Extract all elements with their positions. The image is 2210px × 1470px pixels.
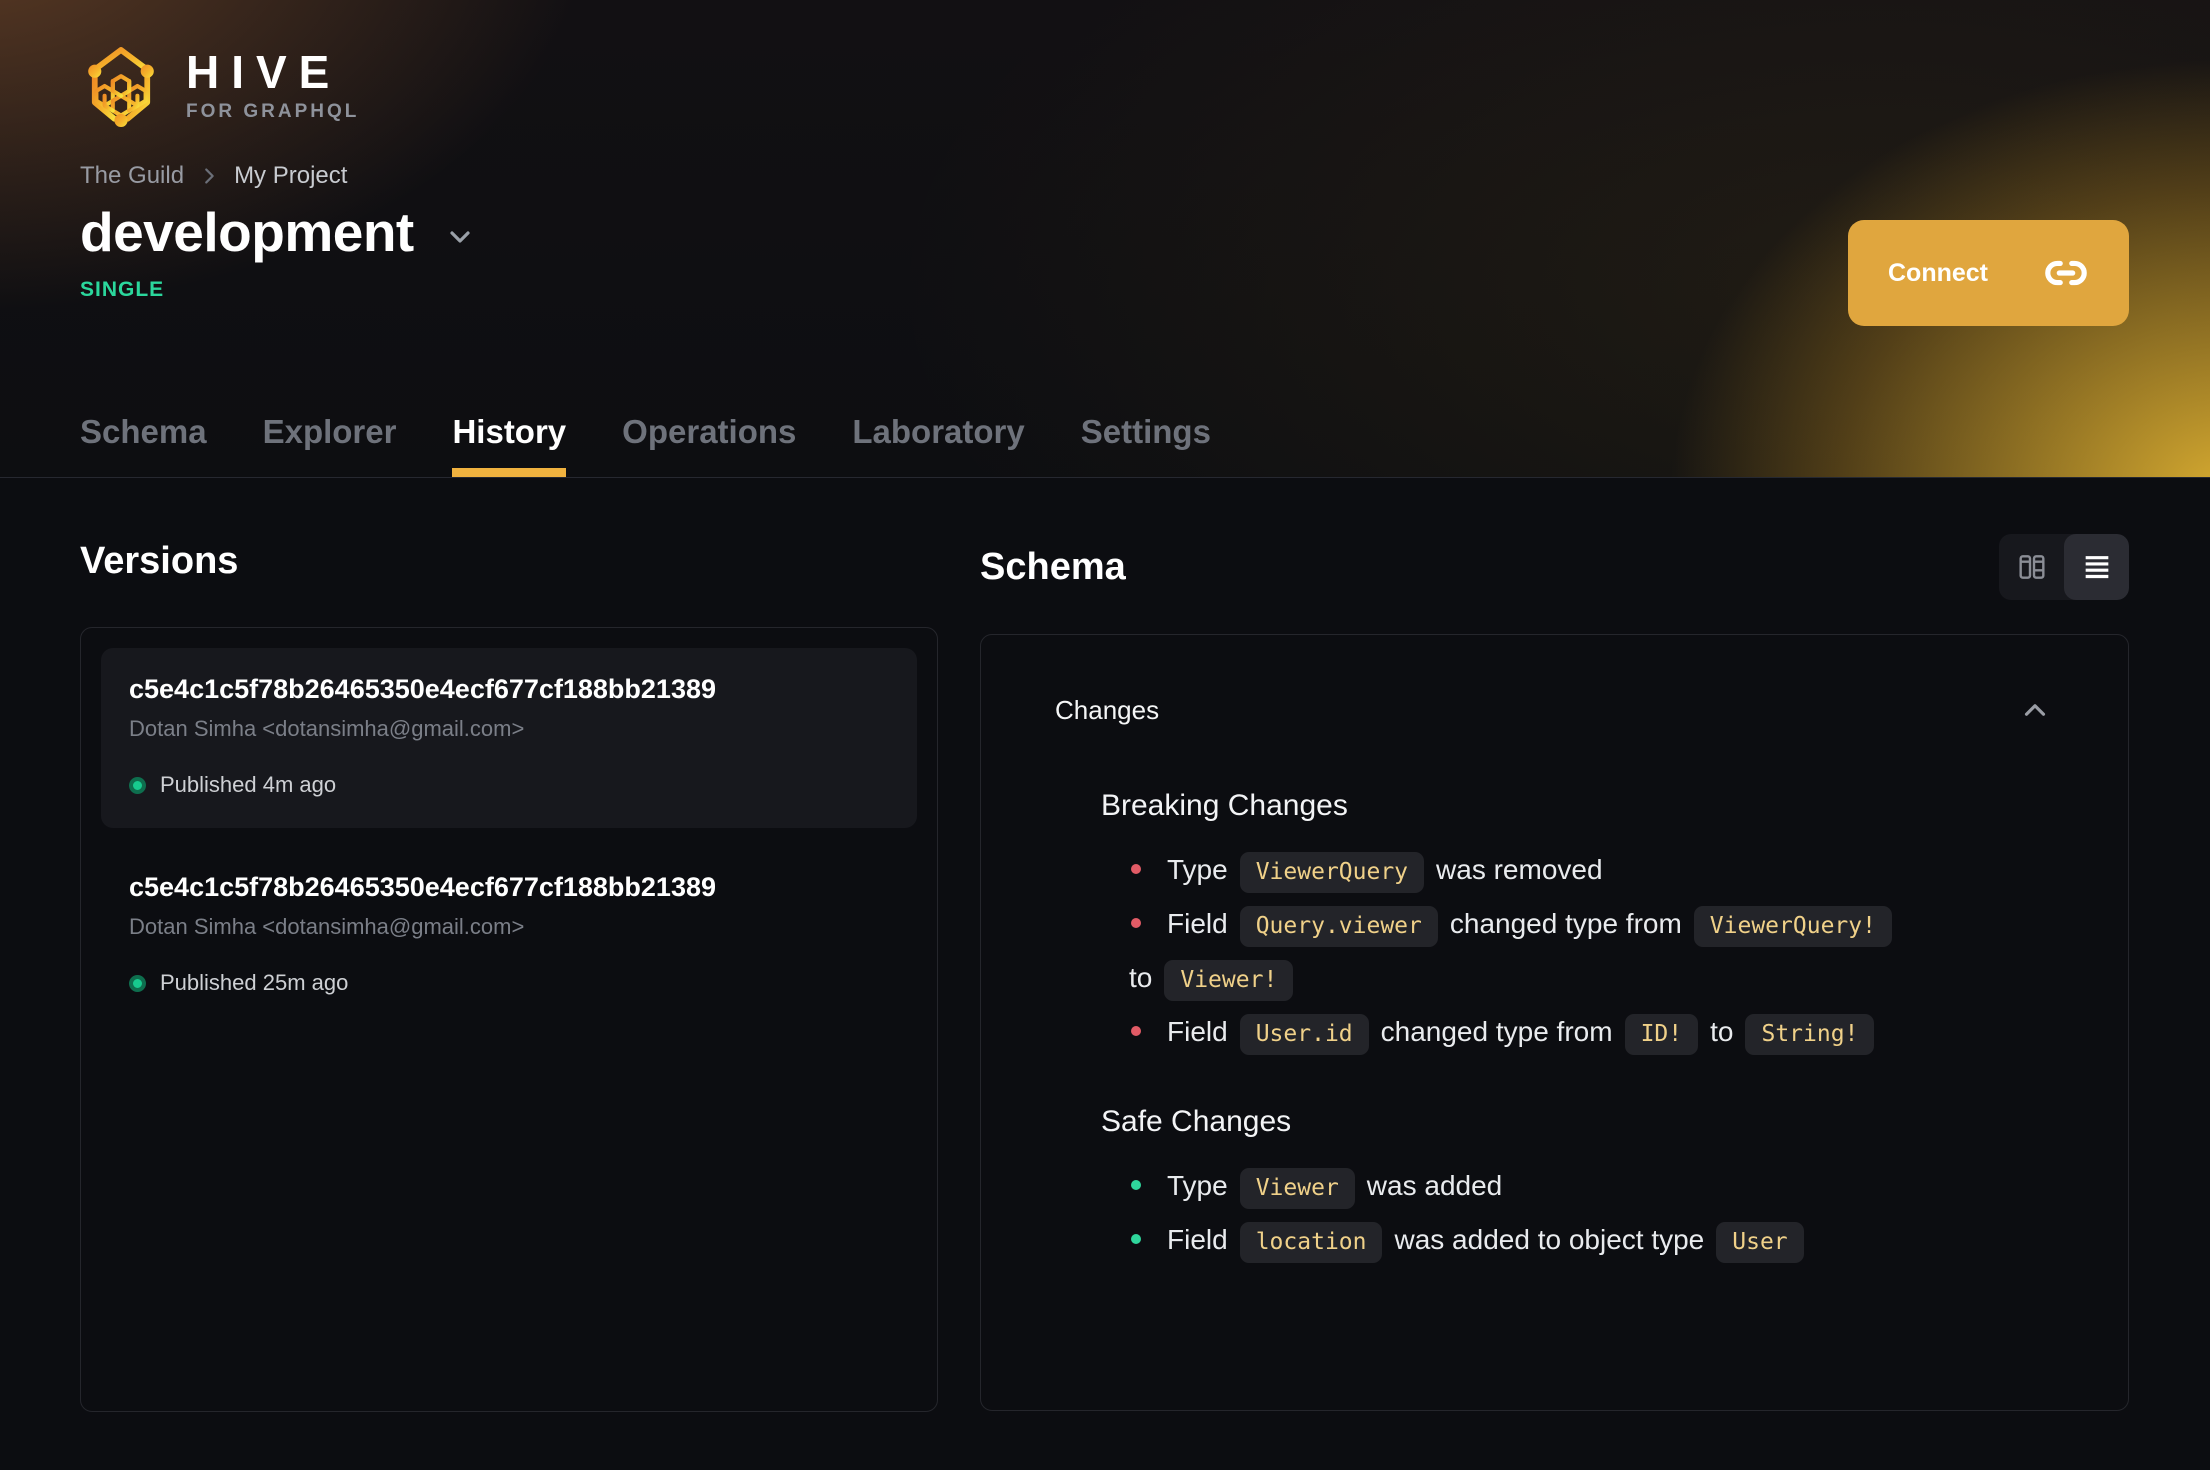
- changes-collapse-header[interactable]: Changes: [981, 635, 2128, 727]
- code-chip: location: [1239, 1222, 1383, 1263]
- change-item: Type ViewerQuery was removed: [1129, 843, 2098, 897]
- schema-changes-panel: Changes Breaking Changes Type ViewerQuery…: [980, 634, 2129, 1411]
- change-item: Field Query.viewer changed type from Viewer…: [1129, 897, 2098, 1005]
- bullet-icon: [1131, 1026, 1141, 1037]
- change-text: Type: [1167, 854, 1228, 885]
- version-status: Published 25m ago: [129, 970, 889, 996]
- change-item: Field location was added to object type Use…: [1129, 1213, 2098, 1267]
- code-chip: ID!: [1624, 1014, 1699, 1055]
- version-card[interactable]: c5e4c1c5f78b26465350e4ecf677cf188bb21389…: [101, 846, 917, 1026]
- changes-label: Changes: [1055, 694, 1160, 725]
- chevron-right-icon: [205, 168, 214, 184]
- header: HIVE FOR GRAPHQL The Guild My Project de…: [0, 0, 2210, 478]
- brand-tagline: FOR GRAPHQL: [186, 101, 360, 122]
- change-item: Field User.id changed type from ID! to String…: [1129, 1005, 2098, 1059]
- change-text: was added: [1366, 1170, 1503, 1201]
- bullet-icon: [1131, 918, 1141, 929]
- hive-logo-icon: [88, 47, 154, 127]
- brand-name: HIVE: [186, 46, 342, 98]
- bullet-icon: [1131, 1180, 1141, 1191]
- versions-column: Versions c5e4c1c5f78b26465350e4ecf677cf1…: [80, 478, 938, 1412]
- columns-view-button[interactable]: [1999, 534, 2064, 600]
- safe-changes-title: Safe Changes: [1101, 1105, 1292, 1138]
- target-title-row: development: [80, 200, 2130, 264]
- change-text: Field: [1167, 908, 1228, 939]
- safe-changes-list: Type Viewer was added Field location was add…: [1101, 1159, 2098, 1267]
- changes-body: Breaking Changes Type ViewerQuery was remo…: [981, 727, 2128, 1267]
- schema-heading: Schema: [980, 545, 1126, 588]
- tab-settings[interactable]: Settings: [1081, 413, 1211, 477]
- published-dot-icon: [129, 974, 146, 992]
- list-view-icon: [2085, 556, 2108, 579]
- breadcrumb-org[interactable]: The Guild: [80, 162, 184, 190]
- breaking-changes-title: Breaking Changes: [1101, 789, 1348, 822]
- change-text: Field: [1167, 1224, 1228, 1255]
- change-text: Field: [1167, 1016, 1228, 1047]
- code-chip: ViewerQuery: [1239, 852, 1425, 893]
- change-text: changed type from: [1380, 1016, 1613, 1047]
- hive-app: HIVE FOR GRAPHQL The Guild My Project de…: [0, 0, 2210, 1470]
- change-text: Type: [1167, 1170, 1228, 1201]
- tab-schema[interactable]: Schema: [80, 413, 207, 477]
- code-chip: User.id: [1239, 1014, 1369, 1055]
- tab-laboratory[interactable]: Laboratory: [852, 413, 1024, 477]
- brand[interactable]: HIVE FOR GRAPHQL: [80, 42, 2130, 130]
- chevron-down-icon[interactable]: [444, 221, 476, 253]
- change-text: to: [1710, 1016, 1734, 1047]
- change-text: was added to object type: [1394, 1224, 1705, 1255]
- code-chip: User: [1716, 1222, 1804, 1263]
- schema-header-row: Schema: [980, 534, 2129, 600]
- version-status-label: Published 25m ago: [160, 970, 349, 995]
- versions-heading: Versions: [80, 540, 239, 582]
- breadcrumb-project[interactable]: My Project: [234, 162, 347, 190]
- main-content: Versions c5e4c1c5f78b26465350e4ecf677cf1…: [0, 478, 2210, 1412]
- tab-explorer[interactable]: Explorer: [263, 413, 397, 477]
- link-icon: [2045, 260, 2087, 286]
- code-chip: Query.viewer: [1239, 906, 1438, 947]
- breadcrumb: The Guild My Project: [80, 162, 2130, 190]
- code-chip: ViewerQuery!: [1693, 906, 1892, 947]
- change-text: to: [1129, 962, 1153, 993]
- versions-panel: c5e4c1c5f78b26465350e4ecf677cf188bb21389…: [80, 627, 938, 1412]
- code-chip: Viewer: [1239, 1168, 1355, 1209]
- target-type-badge: SINGLE: [80, 278, 165, 301]
- bullet-icon: [1131, 1234, 1141, 1245]
- page-title: development: [80, 201, 414, 263]
- version-author: Dotan Simha <dotansimha@gmail.com>: [129, 914, 525, 939]
- change-text: changed type from: [1449, 908, 1682, 939]
- bullet-icon: [1131, 864, 1141, 875]
- connect-button-label: Connect: [1888, 258, 1988, 287]
- list-view-button[interactable]: [2064, 534, 2129, 600]
- columns-view-icon: [2018, 555, 2045, 579]
- breaking-changes-list: Type ViewerQuery was removed Field Query.vi…: [1101, 843, 2098, 1059]
- version-status-label: Published 4m ago: [160, 772, 337, 797]
- schema-column: Schema Changes Breaking Changes Type Vie…: [980, 478, 2129, 1412]
- change-item: Type Viewer was added: [1129, 1159, 2098, 1213]
- tab-operations[interactable]: Operations: [622, 413, 796, 477]
- version-card[interactable]: c5e4c1c5f78b26465350e4ecf677cf188bb21389…: [101, 648, 917, 828]
- version-author: Dotan Simha <dotansimha@gmail.com>: [129, 716, 525, 741]
- view-toggle: [1999, 534, 2129, 600]
- connect-button[interactable]: Connect: [1848, 220, 2129, 326]
- version-hash: c5e4c1c5f78b26465350e4ecf677cf188bb21389: [129, 674, 716, 704]
- tab-bar: Schema Explorer History Operations Labor…: [80, 413, 2130, 477]
- change-text: was removed: [1436, 854, 1603, 885]
- code-chip: String!: [1745, 1014, 1875, 1055]
- version-status: Published 4m ago: [129, 772, 889, 798]
- tab-history[interactable]: History: [452, 413, 566, 477]
- code-chip: Viewer!: [1164, 960, 1294, 1001]
- version-hash: c5e4c1c5f78b26465350e4ecf677cf188bb21389: [129, 872, 716, 902]
- published-dot-icon: [129, 776, 146, 794]
- chevron-up-icon[interactable]: [2018, 693, 2052, 727]
